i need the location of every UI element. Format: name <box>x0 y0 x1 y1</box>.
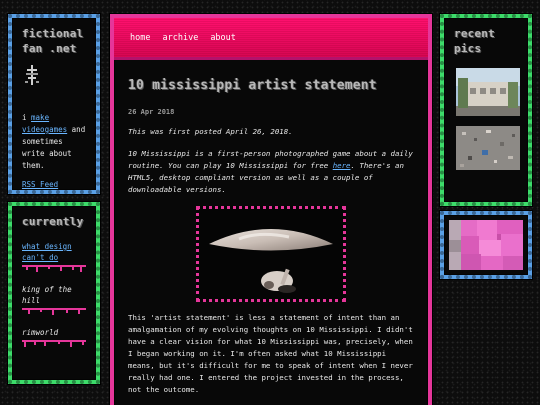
recent-pics-card: recent pics <box>440 14 532 206</box>
site-title-line-1[interactable]: fictional <box>22 26 86 41</box>
pixel-logo-icon <box>25 65 39 85</box>
post-body-paragraph: This 'artist statement' is less a statem… <box>128 313 413 394</box>
nav-archive-link[interactable]: archive <box>162 33 198 43</box>
post-intro-paragraph: 10 Mississippi is a first-person photogr… <box>128 148 414 196</box>
site-title[interactable]: fictional fan .net <box>22 26 86 56</box>
post-date: 26 Apr 2018 <box>128 108 175 116</box>
currently-item-what-design[interactable]: what design can't do <box>22 241 86 263</box>
nav-about-link[interactable]: about <box>210 33 236 43</box>
currently-card: currently what design can't do king of t… <box>8 202 100 384</box>
pink-drip-divider <box>22 265 86 272</box>
currently-item-king-of-the-hill: king of the hill <box>22 285 72 305</box>
bio-text-start: i <box>22 113 32 122</box>
game-screenshot-image <box>196 206 346 302</box>
site-title-line-2[interactable]: fan .net <box>22 41 86 56</box>
recent-pics-title-line-1: recent <box>454 27 495 40</box>
rss-feed-link[interactable]: RSS Feed <box>22 180 86 189</box>
play-here-link[interactable]: here <box>333 161 351 170</box>
main-content-panel: home archive about 10 mississippi artist… <box>110 14 432 405</box>
pixelated-image-card <box>440 211 532 279</box>
recent-pics-title: recent pics <box>454 26 518 56</box>
pixelated-pink-image[interactable] <box>449 220 523 270</box>
photo-eye-shape-icon <box>209 229 333 293</box>
pink-drip-divider <box>22 340 86 347</box>
site-bio: i make videogames and sometimes write ab… <box>22 112 86 172</box>
recent-pic-gravel[interactable] <box>456 126 520 170</box>
site-info-card: fictional fan .net i make videogames and… <box>8 14 100 194</box>
post-first-posted-note: This was first posted April 26, 2018. <box>128 127 293 136</box>
pink-drip-divider <box>22 308 86 315</box>
blog-post: 10 mississippi artist statement 26 Apr 2… <box>114 60 428 396</box>
currently-title: currently <box>22 215 84 228</box>
recent-pic-building[interactable] <box>456 68 520 116</box>
currently-item-rimworld: rimworld <box>22 328 59 337</box>
nav-home-link[interactable]: home <box>130 33 150 43</box>
top-navigation: home archive about <box>114 18 428 60</box>
recent-pics-title-line-2: pics <box>454 42 482 55</box>
post-title: 10 mississippi artist statement <box>128 78 377 93</box>
